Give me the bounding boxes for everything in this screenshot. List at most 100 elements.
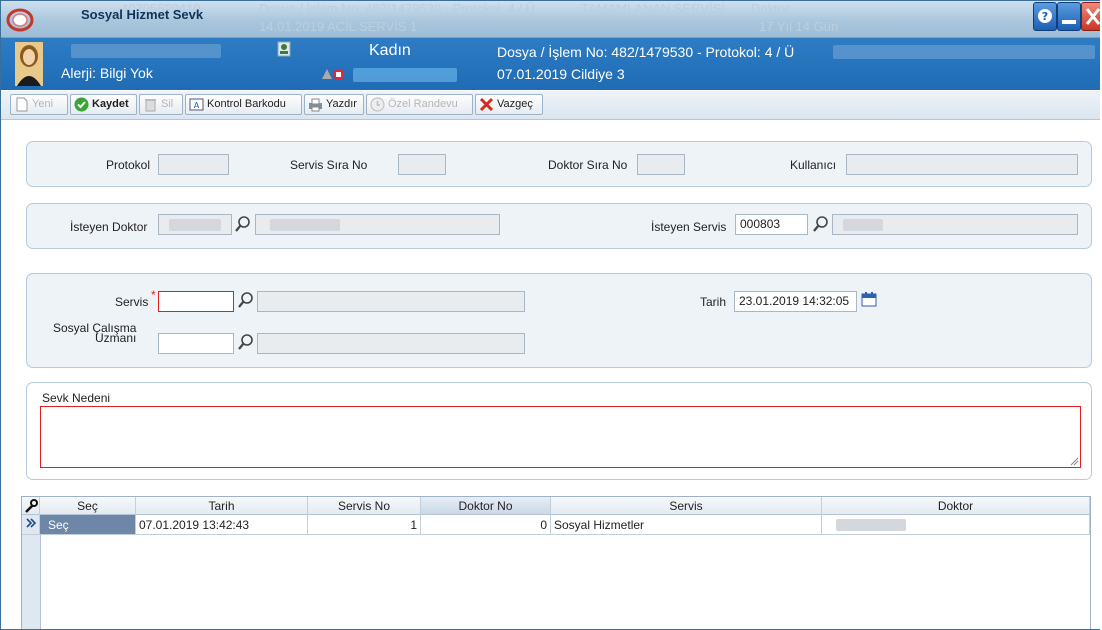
history-grid: Seç Tarih Servis No Doktor No Servis Dok… — [21, 496, 1091, 629]
new-document-icon — [16, 97, 28, 112]
bg-file-info: Dosya / İşlem No: 482/1479530 - Protokol… — [259, 1, 536, 16]
cancel-button[interactable]: Vazgeç — [475, 94, 543, 115]
save-label: Kaydet — [92, 98, 129, 110]
isteyen-doktor-code-field[interactable] — [158, 214, 232, 235]
servis-sira-field[interactable] — [398, 154, 446, 175]
row-doktor-no: 0 — [421, 515, 551, 535]
svg-text:A: A — [194, 101, 200, 110]
cross-icon — [479, 97, 494, 112]
new-button[interactable]: Yeni — [10, 94, 68, 115]
servis-search-icon[interactable] — [237, 291, 255, 309]
wrench-icon — [24, 499, 38, 513]
id-card-icon — [277, 41, 291, 57]
bg-status: TAMAMLANAN SERVİSİ — [581, 1, 725, 16]
doktor-sira-field[interactable] — [637, 154, 685, 175]
barcode-icon: A — [189, 98, 204, 111]
isteyen-doktor-label: İsteyen Doktor — [70, 220, 148, 234]
row-pointer-icon — [25, 518, 36, 528]
row-sec-button[interactable]: Seç — [40, 515, 136, 535]
special-appointment-button[interactable]: Özel Randevu — [366, 94, 473, 115]
header-sec[interactable]: Seç — [40, 497, 136, 515]
protokol-label: Protokol — [106, 158, 151, 172]
patient-name-redacted — [71, 44, 221, 58]
special-appointment-label: Özel Randevu — [388, 98, 458, 110]
resize-grip-icon[interactable] — [1069, 456, 1079, 466]
bg-age: 17 Yıl 14 Gün — [759, 19, 839, 34]
requester-panel: İsteyen Doktor İsteyen Servis 000803 — [26, 203, 1092, 249]
cancel-label: Vazgeç — [497, 98, 533, 110]
title-bar: 40705529410 Dosya / İşlem No: 482/147953… — [1, 1, 1100, 38]
row-doktor — [822, 515, 1090, 535]
bg-doctor: Doktor — [751, 1, 790, 16]
print-button[interactable]: Yazdır — [304, 94, 364, 115]
header-servis-no[interactable]: Servis No — [308, 497, 421, 515]
delete-button[interactable]: Sil — [139, 94, 183, 115]
calendar-icon[interactable] — [861, 291, 877, 307]
save-button[interactable]: Kaydet — [70, 94, 137, 115]
servis-sira-label: Servis Sıra No — [290, 158, 368, 172]
servis-label: Servis — [115, 295, 149, 309]
app-logo-icon — [6, 8, 34, 32]
barcode-label: Kontrol Barkodu — [207, 98, 286, 110]
sevk-nedeni-label: Sevk Nedeni — [42, 391, 111, 405]
date-clinic-text: 07.01.2019 Cildiye 3 — [497, 66, 625, 82]
patient-detail-redacted — [353, 68, 457, 82]
doktor-sira-label: Doktor Sıra No — [548, 158, 628, 172]
servis-code-field[interactable] — [158, 291, 234, 312]
tarih-field[interactable]: 23.01.2019 14:32:05 — [734, 291, 857, 312]
file-info-text: Dosya / İşlem No: 482/1479530 - Protokol… — [497, 44, 795, 60]
isteyen-servis-code-field[interactable]: 000803 — [735, 214, 808, 235]
bg-visit: 14.01.2019 ACİL SERVİS 1 — [259, 19, 418, 34]
current-row-indicator[interactable] — [22, 515, 40, 535]
service-search-icon[interactable] — [812, 215, 830, 233]
header-tarih[interactable]: Tarih — [136, 497, 308, 515]
printer-icon — [309, 98, 322, 112]
isteyen-servis-label: İsteyen Servis — [651, 220, 727, 234]
uzman-search-icon[interactable] — [237, 333, 255, 351]
referral-panel: Servis * Tarih 23.01.2019 14:32:05 Sosya… — [26, 273, 1092, 368]
allergy-text: Alerji: Bilgi Yok — [61, 65, 153, 81]
check-icon — [74, 97, 89, 112]
status-flags-icon — [322, 69, 343, 79]
uzman-label-line2: Uzmanı — [95, 331, 137, 345]
uzman-code-field[interactable] — [158, 333, 234, 354]
sevk-nedeni-textarea[interactable] — [40, 406, 1081, 468]
patient-info-bar: Alerji: Bilgi Yok Kadın Dosya / İşlem No… — [1, 38, 1100, 90]
close-icon — [1085, 8, 1100, 25]
gender-text: Kadın — [369, 42, 411, 59]
window-title: Sosyal Hizmet Sevk — [81, 7, 204, 22]
row-servis-no: 1 — [308, 515, 421, 535]
minimize-icon — [1062, 20, 1076, 24]
doctor-search-icon[interactable] — [234, 215, 252, 233]
grid-settings-header[interactable] — [22, 497, 40, 515]
patient-avatar-icon — [15, 42, 43, 86]
servis-name-field — [257, 291, 525, 312]
isteyen-doktor-name-field — [255, 214, 500, 235]
print-label: Yazdır — [326, 98, 357, 110]
sosyal-hizmet-sevk-window: 40705529410 Dosya / İşlem No: 482/147953… — [0, 0, 1100, 630]
header-doktor[interactable]: Doktor — [822, 497, 1090, 515]
sevk-nedeni-panel: Sevk Nedeni — [26, 382, 1092, 480]
trash-icon — [145, 99, 156, 112]
header-servis[interactable]: Servis — [551, 497, 822, 515]
kullanici-field[interactable] — [846, 154, 1078, 175]
svg-text:?: ? — [1042, 10, 1048, 23]
tarih-label: Tarih — [700, 295, 727, 309]
toolbar: Yeni Kaydet Sil A Kontrol Barkodu Yazdır… — [1, 91, 1100, 120]
close-button[interactable] — [1081, 2, 1100, 31]
help-button[interactable]: ? — [1033, 2, 1057, 31]
delete-label: Sil — [161, 98, 174, 110]
protokol-field[interactable] — [158, 154, 229, 175]
file-info-redacted — [833, 45, 1095, 59]
row-tarih: 07.01.2019 13:42:43 — [136, 515, 308, 535]
protocol-panel: Protokol Servis Sıra No Doktor Sıra No K… — [26, 141, 1092, 187]
isteyen-servis-name-field — [832, 214, 1078, 235]
barcode-button[interactable]: A Kontrol Barkodu — [185, 94, 302, 115]
minimize-button[interactable] — [1057, 2, 1081, 31]
help-icon: ? — [1038, 9, 1052, 23]
clock-icon — [370, 97, 385, 112]
row-servis: Sosyal Hizmetler — [551, 515, 822, 535]
header-doktor-no[interactable]: Doktor No — [421, 497, 551, 515]
required-mark: * — [151, 288, 156, 302]
kullanici-label: Kullanıcı — [790, 158, 837, 172]
